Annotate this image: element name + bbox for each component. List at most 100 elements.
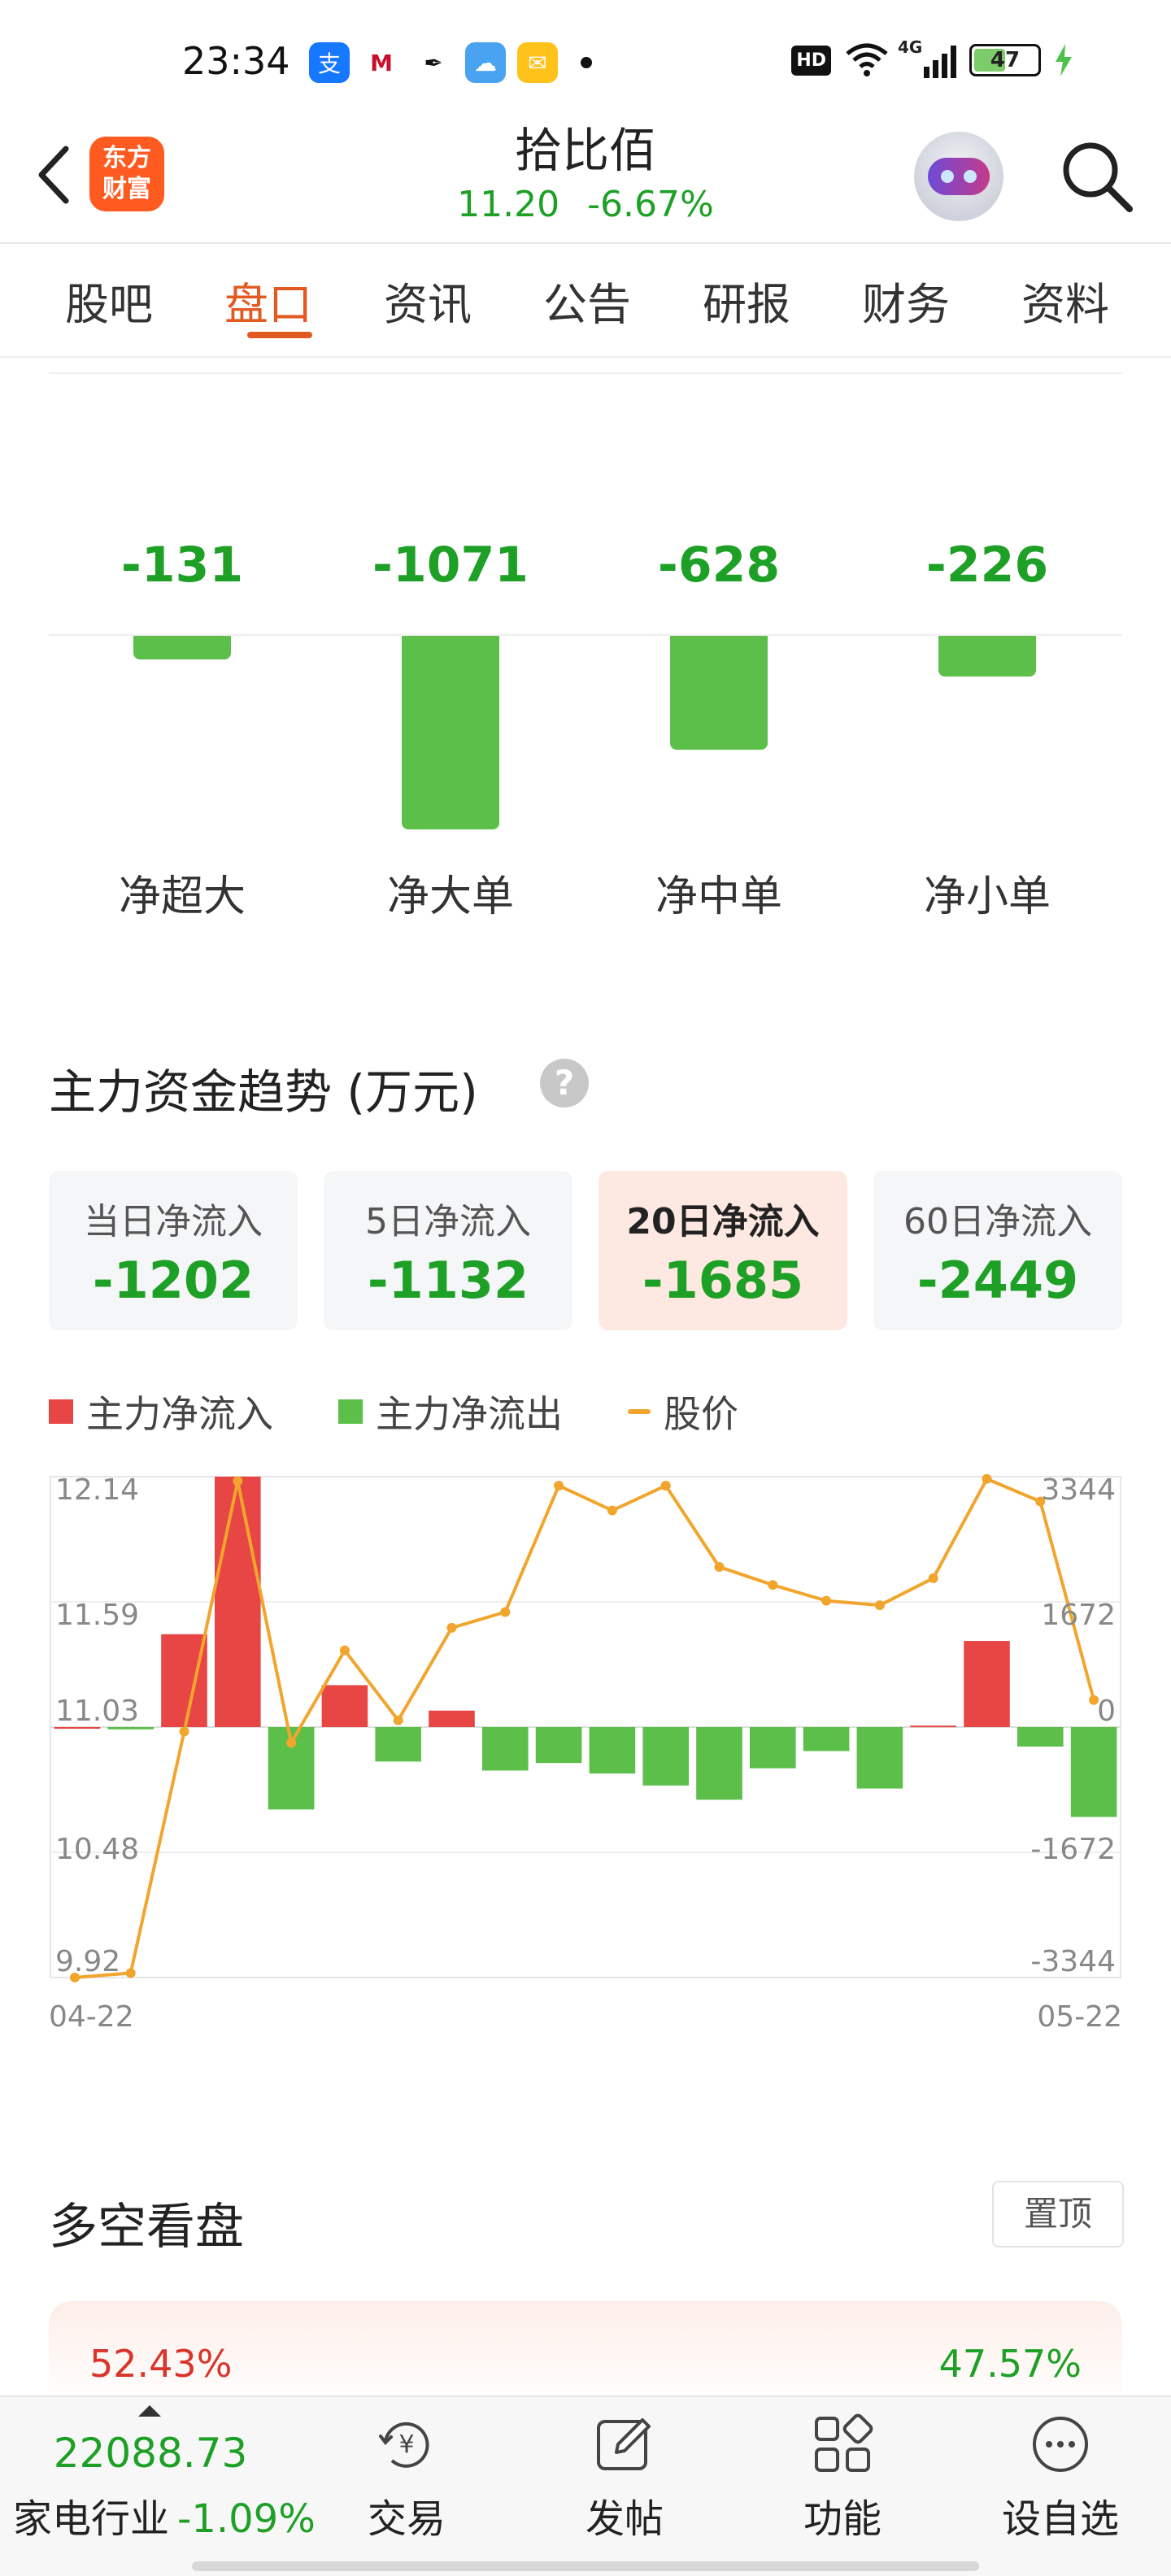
- tab-news[interactable]: 资讯: [348, 244, 507, 356]
- net-flow-breakdown: -131 净超大 -1071 净大单 -628 净中单 -226 净小单: [49, 537, 1122, 943]
- flow-value: -628: [657, 537, 781, 594]
- chevron-left-icon: [38, 146, 69, 204]
- divider: [49, 372, 1122, 374]
- left-tick-label: 11.03: [55, 1695, 139, 1728]
- period-card-today[interactable]: 当日净流入 -1202: [49, 1171, 298, 1330]
- flow-bar-18: [1017, 1727, 1064, 1747]
- logo-line2: 财富: [102, 175, 151, 203]
- period-card-20d[interactable]: 20日净流入 -1685: [599, 1171, 847, 1330]
- industry-name: 家电行业: [13, 2496, 170, 2542]
- flow-value: -1071: [372, 537, 529, 594]
- price-point-12: [714, 1561, 725, 1572]
- x-start-label: 04-22: [49, 2000, 134, 2034]
- card-label: 当日净流入: [84, 1201, 263, 1242]
- bull-percentage: 52.43%: [89, 2342, 233, 2386]
- charging-icon: [1056, 44, 1072, 76]
- grid-icon: [815, 2413, 873, 2472]
- pin-top-button[interactable]: 置顶: [992, 2181, 1124, 2247]
- nav-label: 发帖: [585, 2496, 664, 2542]
- stock-header: 东方 财富 拾比佰 11.20 -6.67%: [0, 122, 1171, 244]
- price-point-3: [233, 1476, 243, 1486]
- search-button[interactable]: [1054, 133, 1140, 220]
- signal-icon: 4G: [898, 37, 956, 78]
- price-point-16: [928, 1573, 938, 1583]
- notification-icons: 支 M ✒ ☁ ✉: [309, 42, 592, 83]
- left-tick-label: 9.92: [55, 1945, 120, 1978]
- flow-bar: [402, 636, 499, 829]
- flow-bar-3: [215, 1477, 261, 1727]
- period-card-5d[interactable]: 5日净流入 -1132: [324, 1171, 572, 1330]
- tab-research[interactable]: 研报: [667, 244, 826, 356]
- status-bar: 23:34 支 M ✒ ☁ ✉ HD 4G 47: [0, 0, 1171, 122]
- search-icon: [1063, 142, 1133, 212]
- legend-inflow: 主力净流入: [49, 1385, 273, 1438]
- card-label: 5日净流入: [365, 1201, 531, 1242]
- price-point-5: [339, 1645, 350, 1656]
- edit-icon: [597, 2418, 651, 2470]
- tab-finance[interactable]: 财务: [826, 244, 986, 356]
- flow-value: -131: [120, 537, 244, 594]
- feather-icon: ✒: [424, 49, 443, 76]
- flow-bar-5: [321, 1685, 368, 1727]
- legend-price: 股价: [628, 1385, 738, 1438]
- logo-line1: 东方: [102, 144, 151, 172]
- flow-bar-11: [642, 1727, 689, 1786]
- assistant-avatar[interactable]: [914, 132, 1003, 221]
- right-tick-label: 0: [1097, 1695, 1116, 1728]
- nav-functions[interactable]: 功能: [761, 2397, 924, 2552]
- tab-bar: 股吧 盘口 资讯 公告 研报 财务 资料: [0, 244, 1171, 358]
- wifi-icon: [846, 43, 888, 76]
- nav-post[interactable]: 发帖: [543, 2397, 706, 2552]
- more-icon: [1033, 2417, 1088, 2472]
- app-logo[interactable]: 东方 财富: [89, 137, 164, 211]
- left-tick-label: 11.59: [55, 1599, 139, 1632]
- left-tick-label: 10.48: [55, 1833, 139, 1866]
- stock-price: 11.20: [457, 184, 560, 225]
- price-point-4: [286, 1738, 297, 1748]
- flow-bar-6: [375, 1727, 421, 1762]
- bull-bear-title: 多空看盘: [49, 2199, 244, 2256]
- flow-bar-16: [910, 1725, 956, 1728]
- flow-bar-17: [964, 1641, 1010, 1727]
- industry-ticker[interactable]: 22088.73 家电行业 -1.09%: [0, 2397, 316, 2552]
- industry-index: 22088.73: [53, 2430, 248, 2477]
- flow-bar-10: [589, 1727, 636, 1774]
- weather-icon: ☁: [465, 42, 506, 83]
- price-point-2: [179, 1726, 189, 1737]
- flow-bar: [670, 636, 768, 750]
- tab-pankou[interactable]: 盘口: [189, 244, 348, 356]
- bull-bear-panel: 52.43% 47.57%: [49, 2301, 1122, 2407]
- tab-profile[interactable]: 资料: [986, 244, 1145, 356]
- flow-value: -226: [925, 537, 1049, 594]
- tab-guba[interactable]: 股吧: [29, 244, 189, 356]
- nav-add-watchlist[interactable]: 设自选: [979, 2397, 1142, 2552]
- tab-announcements[interactable]: 公告: [507, 244, 667, 356]
- caret-up-icon: [138, 2405, 161, 2417]
- flow-bar-9: [535, 1727, 582, 1764]
- robot-icon: [928, 158, 990, 195]
- flow-bar-13: [750, 1727, 796, 1769]
- period-cards: 当日净流入 -1202 5日净流入 -1132 20日净流入 -1685 60日…: [49, 1171, 1122, 1330]
- x-end-label: 05-22: [1037, 2000, 1122, 2034]
- alipay-icon: 支: [309, 42, 350, 83]
- price-point-15: [874, 1600, 885, 1611]
- period-card-60d[interactable]: 60日净流入 -2449: [873, 1171, 1122, 1330]
- trend-title: 主力资金趋势 (万元): [49, 1064, 478, 1120]
- back-button[interactable]: [24, 138, 81, 211]
- legend-swatch-outflow: [338, 1399, 363, 1424]
- battery-icon: 47: [969, 44, 1041, 76]
- flow-bar-8: [482, 1727, 529, 1771]
- card-value: -1685: [642, 1251, 804, 1310]
- price-point-14: [821, 1595, 832, 1606]
- price-point-8: [500, 1607, 511, 1617]
- flow-bar-12: [696, 1727, 742, 1800]
- left-tick-label: 12.14: [55, 1473, 139, 1507]
- help-icon[interactable]: ?: [540, 1059, 589, 1107]
- nav-label: 交易: [367, 2496, 446, 2542]
- nav-trade[interactable]: ¥ 交易: [325, 2397, 488, 2552]
- flow-label: 净超大: [118, 872, 246, 921]
- legend-label: 主力净流入: [86, 1392, 273, 1436]
- flow-bar-2: [161, 1634, 207, 1727]
- industry-change: -1.09%: [177, 2496, 316, 2542]
- status-time: 23:34: [182, 39, 290, 83]
